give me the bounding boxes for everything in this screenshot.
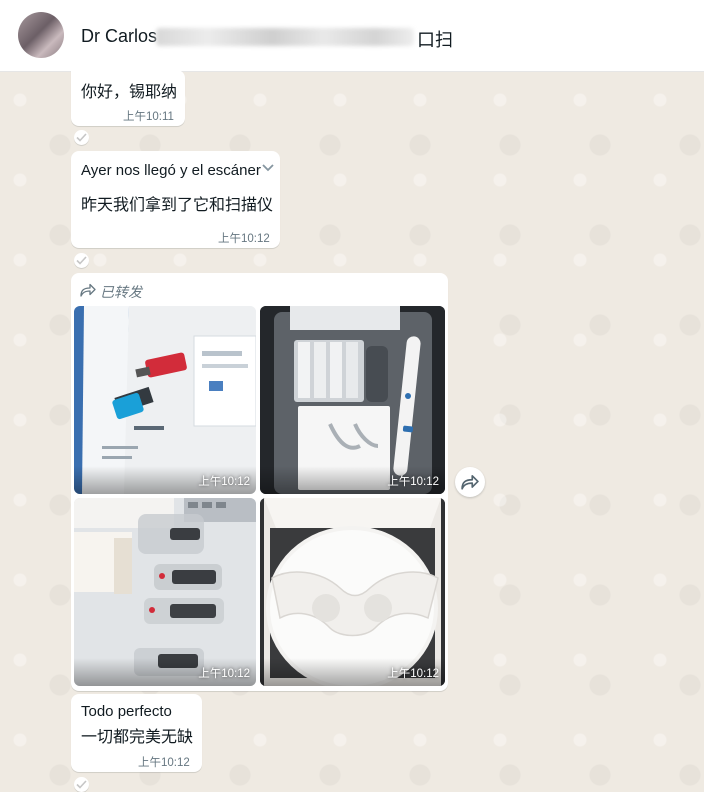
message-time: 上午10:12 bbox=[138, 757, 190, 769]
message-text: 你好，锡耶纳 bbox=[81, 84, 178, 101]
forward-arrow-icon bbox=[80, 283, 96, 297]
message-check bbox=[74, 253, 89, 268]
message-text-line2: 一切都完美无缺 bbox=[81, 729, 194, 746]
album-photo[interactable]: 上午10:12 bbox=[74, 498, 256, 686]
message-bubble[interactable]: 你好，锡耶纳 上午10:11 bbox=[71, 70, 185, 126]
message-bubble[interactable]: Ayer nos llegó y el escáner 昨天我们拿到了它和扫描仪… bbox=[71, 151, 280, 248]
photo-time: 上午10:12 bbox=[198, 668, 250, 680]
photo-time: 上午10:12 bbox=[387, 476, 439, 488]
album-photo[interactable]: 上午10:12 bbox=[260, 498, 445, 686]
album-photo[interactable]: 上午10:12 bbox=[74, 306, 256, 494]
photo-time: 上午10:12 bbox=[198, 476, 250, 488]
message-time: 上午10:11 bbox=[123, 111, 174, 123]
message-original-text: Ayer nos llegó y el escáner bbox=[81, 162, 261, 179]
chevron-down-icon[interactable] bbox=[262, 163, 274, 173]
album-photo[interactable]: 上午10:12 bbox=[260, 306, 445, 494]
contact-name[interactable]: Dr Carlos bbox=[81, 26, 157, 47]
check-icon bbox=[76, 256, 87, 265]
message-text-line1: Todo perfecto bbox=[81, 703, 172, 720]
message-time: 上午10:12 bbox=[218, 233, 270, 245]
message-translation-text: 昨天我们拿到了它和扫描仪 bbox=[81, 197, 274, 214]
message-bubble[interactable]: Todo perfecto 一切都完美无缺 上午10:12 bbox=[71, 694, 202, 772]
contact-name-suffix[interactable]: 口扫 bbox=[417, 26, 453, 52]
share-forward-icon bbox=[461, 474, 479, 490]
check-icon bbox=[76, 133, 87, 142]
check-icon bbox=[76, 780, 87, 789]
avatar[interactable] bbox=[18, 12, 64, 58]
message-check bbox=[74, 130, 89, 145]
message-check bbox=[74, 777, 89, 792]
forwarded-label: 已转发 bbox=[100, 284, 142, 300]
chat-header[interactable]: Dr Carlos 口扫 bbox=[0, 0, 704, 72]
forward-button[interactable] bbox=[455, 467, 485, 497]
redacted-name-blur bbox=[156, 28, 414, 46]
photo-time: 上午10:12 bbox=[387, 668, 439, 680]
